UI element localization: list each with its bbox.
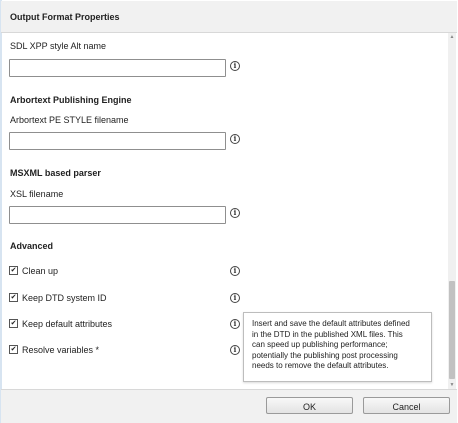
msxml-section-heading: MSXML based parser <box>10 168 101 178</box>
keep-dtd-system-id-label: Keep DTD system ID <box>22 293 107 303</box>
scroll-up-arrow-icon[interactable]: ▲ <box>448 33 456 41</box>
info-icon[interactable]: i <box>230 319 240 329</box>
arbortext-section-heading: Arbortext Publishing Engine <box>10 95 132 105</box>
tooltip-line: can speed up publishing performance; <box>252 340 388 349</box>
dialog-footer: OK Cancel <box>1 389 457 423</box>
cancel-button[interactable]: Cancel <box>363 397 450 414</box>
ok-button[interactable]: OK <box>266 397 353 414</box>
scroll-down-arrow-icon[interactable]: ▼ <box>448 381 456 389</box>
info-tooltip: Insert and save the default attributes d… <box>243 312 432 382</box>
tooltip-line: Insert and save the default attributes d… <box>252 319 410 328</box>
advanced-section-heading: Advanced <box>10 241 54 251</box>
info-icon[interactable]: i <box>230 293 240 303</box>
sdl-alt-name-input[interactable] <box>9 59 226 77</box>
arbortext-pe-style-input[interactable] <box>9 132 226 150</box>
clean-up-checkbox[interactable]: ✔ <box>9 266 18 275</box>
arbortext-pe-style-label: Arbortext PE STYLE filename <box>10 115 129 125</box>
keep-default-attributes-checkbox[interactable]: ✔ <box>9 319 18 328</box>
dialog-titlebar: Output Format Properties <box>1 1 457 33</box>
info-icon[interactable]: i <box>230 61 240 71</box>
keep-default-attributes-label: Keep default attributes <box>22 319 113 329</box>
xsl-filename-input[interactable] <box>9 206 226 224</box>
tooltip-line: needs to remove the default attributes. <box>252 361 389 370</box>
info-icon[interactable]: i <box>230 345 240 355</box>
clean-up-label: Clean up <box>22 266 59 276</box>
info-icon[interactable]: i <box>230 134 240 144</box>
vertical-scrollbar[interactable]: ▲ ▼ <box>448 33 456 389</box>
info-icon[interactable]: i <box>230 266 240 276</box>
scrollbar-thumb[interactable] <box>449 281 455 379</box>
resolve-variables-checkbox[interactable]: ✔ <box>9 345 18 354</box>
keep-dtd-system-id-checkbox[interactable]: ✔ <box>9 293 18 302</box>
xsl-filename-label: XSL filename <box>10 189 64 199</box>
tooltip-line: potentially the publishing post processi… <box>252 350 398 360</box>
tooltip-line: in the DTD in the published XML files. T… <box>252 329 403 339</box>
sdl-alt-name-label: SDL XPP style Alt name <box>10 41 107 51</box>
dialog-title: Output Format Properties <box>10 12 120 22</box>
resolve-variables-label: Resolve variables * <box>22 345 100 355</box>
info-icon[interactable]: i <box>230 208 240 218</box>
